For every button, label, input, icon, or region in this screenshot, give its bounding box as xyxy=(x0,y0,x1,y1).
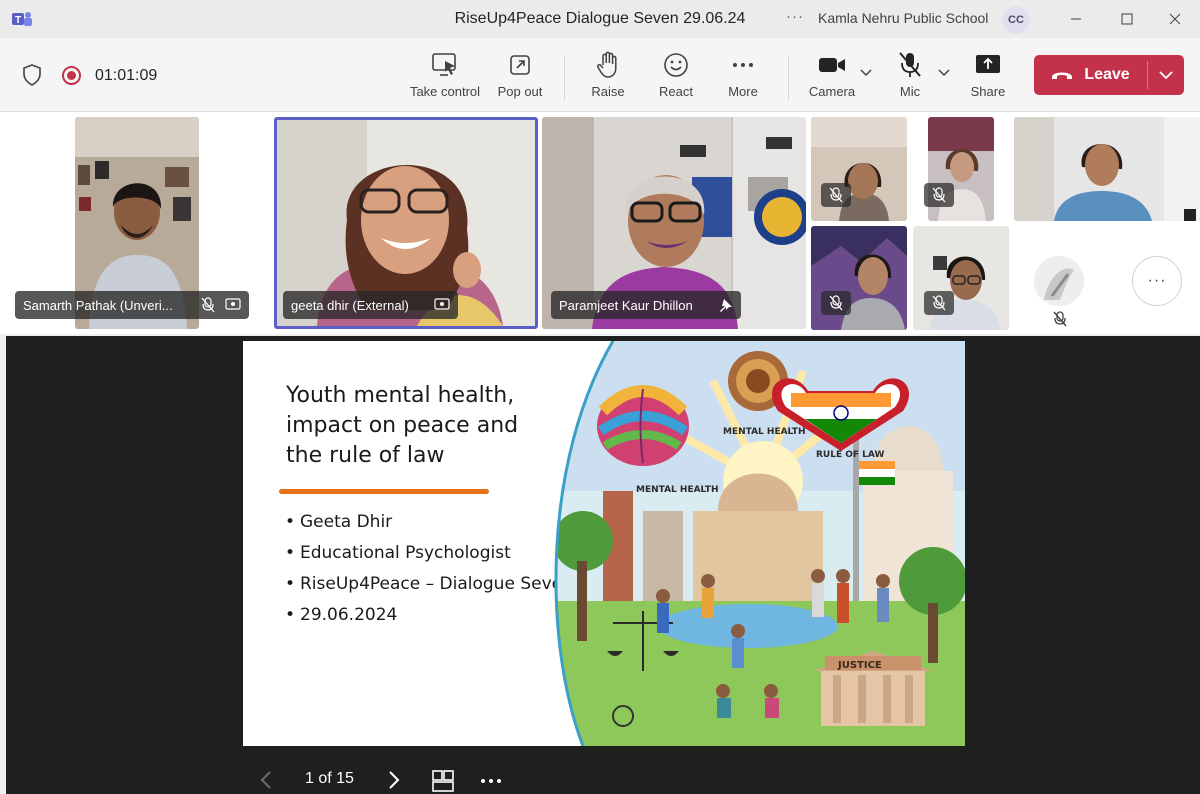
grid-view-icon[interactable] xyxy=(432,770,454,792)
mic-off-icon xyxy=(1053,311,1067,327)
close-button[interactable] xyxy=(1160,6,1190,32)
take-control-label: Take control xyxy=(409,84,481,99)
slide-illustration: MENTAL HEALTH RULE OF LAW MENTAL HEALTH … xyxy=(554,341,965,746)
leave-button[interactable]: Leave xyxy=(1034,55,1184,95)
minimize-button[interactable] xyxy=(1061,6,1091,32)
participant-name-badge: geeta dhir (External) xyxy=(283,291,458,319)
more-label: More xyxy=(728,84,758,99)
leave-main[interactable]: Leave xyxy=(1034,55,1146,95)
mic-off-icon xyxy=(932,295,946,311)
mic-off-icon xyxy=(899,52,921,77)
pop-out-label: Pop out xyxy=(497,84,543,99)
slide-bullet: Geeta Dhir xyxy=(285,511,585,534)
title-bar: T RiseUp4Peace Dialogue Seven 29.06.24 ·… xyxy=(0,0,1200,38)
more-participants-button[interactable]: ··· xyxy=(1132,256,1182,306)
smiley-icon xyxy=(664,53,688,77)
pop-out-button[interactable]: Pop out xyxy=(480,50,560,99)
art-label-mental-health-top: MENTAL HEALTH xyxy=(723,427,805,437)
participant-name-samarth: Samarth Pathak (Unveri... xyxy=(23,297,173,313)
participant-avatar[interactable] xyxy=(1034,256,1084,306)
mic-off-icon xyxy=(829,295,843,311)
previous-slide-icon[interactable] xyxy=(260,770,272,790)
mic-off-icon xyxy=(829,187,843,203)
slide-accent-line xyxy=(279,489,489,494)
mic-label: Mic xyxy=(899,84,921,99)
mic-off-badge xyxy=(821,291,851,315)
slide-bullet-list: Geeta Dhir Educational Psychologist Rise… xyxy=(285,511,585,635)
meeting-toolbar: 01:01:09 Take control Pop out Raise Reac… xyxy=(0,38,1200,112)
slide-bullet: 29.06.2024 xyxy=(285,604,585,627)
participant-video xyxy=(1014,117,1200,221)
camera-label: Camera xyxy=(808,84,856,99)
slide-title: Youth mental health, impact on peace and… xyxy=(286,383,519,468)
participant-name-geeta: geeta dhir (External) xyxy=(291,297,409,313)
take-control-icon xyxy=(432,53,456,76)
share-label: Share xyxy=(970,84,1006,99)
pin-icon xyxy=(720,299,732,312)
screen-share-icon xyxy=(225,298,241,310)
art-label-justice: JUSTICE xyxy=(837,660,882,671)
art-label-mental-health-brain: MENTAL HEALTH xyxy=(636,485,718,495)
hang-up-icon xyxy=(1052,72,1073,79)
title-more-icon[interactable]: ··· xyxy=(786,8,804,25)
mic-off-icon xyxy=(201,297,215,313)
shield-icon[interactable] xyxy=(22,64,42,86)
share-button[interactable]: Share xyxy=(948,50,1028,99)
mic-off-badge xyxy=(924,183,954,207)
slide-bullet: RiseUp4Peace – Dialogue Seven xyxy=(285,573,585,596)
raise-hand-icon xyxy=(597,51,617,78)
take-control-button[interactable]: Take control xyxy=(405,50,485,99)
presentation-slide: Youth mental health, impact on peace and… xyxy=(243,341,965,746)
mic-off-icon xyxy=(932,187,946,203)
camera-icon xyxy=(819,58,845,72)
organization-name: Kamla Nehru Public School xyxy=(818,10,989,26)
pager-more-icon[interactable] xyxy=(480,778,502,784)
mic-off-badge xyxy=(924,291,954,315)
toolbar-divider xyxy=(788,56,789,100)
more-button[interactable]: More xyxy=(703,50,783,99)
recording-icon xyxy=(62,66,81,85)
maximize-button[interactable] xyxy=(1112,6,1142,32)
leave-options-button[interactable] xyxy=(1148,55,1184,95)
avatar-image xyxy=(1034,256,1084,306)
more-dots-icon xyxy=(733,63,753,67)
chevron-down-icon xyxy=(1159,70,1173,79)
user-avatar[interactable]: CC xyxy=(1002,6,1030,34)
leave-label: Leave xyxy=(1084,66,1130,83)
participant-name-badge: Paramjeet Kaur Dhillon xyxy=(551,291,741,319)
participant-name-badge: Samarth Pathak (Unveri... xyxy=(15,291,249,319)
screen-share-icon xyxy=(434,298,450,310)
participant-tile[interactable] xyxy=(1014,117,1200,221)
share-screen-icon xyxy=(976,55,1000,73)
slide-counter: 1 of 15 xyxy=(305,770,354,787)
art-label-rule-of-law: RULE OF LAW xyxy=(816,450,884,460)
pop-out-icon xyxy=(510,55,530,75)
slide-bullet: Educational Psychologist xyxy=(285,542,585,565)
participant-name-paramjeet: Paramjeet Kaur Dhillon xyxy=(559,297,693,313)
next-slide-icon[interactable] xyxy=(388,770,400,790)
toolbar-divider xyxy=(564,56,565,100)
mic-off-badge xyxy=(821,183,851,207)
meeting-timer: 01:01:09 xyxy=(95,67,158,84)
